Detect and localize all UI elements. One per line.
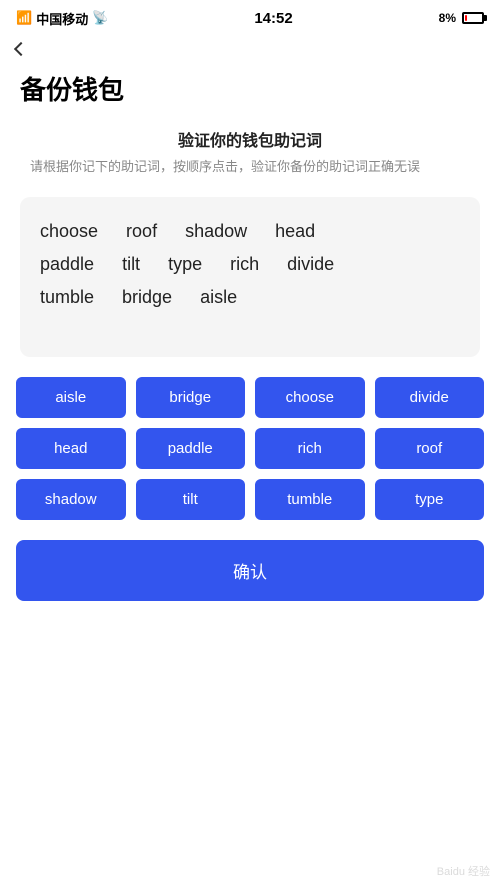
word-display-item: rich [230, 254, 259, 275]
word-display-item: tumble [40, 287, 94, 308]
word-display-item: roof [126, 221, 157, 242]
word-display-item: bridge [122, 287, 172, 308]
status-right: 8% [439, 11, 484, 25]
word-button[interactable]: divide [375, 377, 485, 418]
word-display-item: paddle [40, 254, 94, 275]
confirm-section: 确认 [0, 540, 500, 601]
word-display-box: choose roof shadow head paddle tilt type rich d… [20, 197, 480, 357]
battery-icon [462, 12, 484, 24]
word-display-item: head [275, 221, 315, 242]
word-button[interactable]: rich [255, 428, 365, 469]
back-button[interactable] [0, 36, 42, 62]
word-buttons-section: aislebridgechoosedivide headpaddlerichroo… [0, 377, 500, 520]
section-title: 验证你的钱包助记词 [20, 127, 480, 151]
section-header: 验证你的钱包助记词 请根据你记下的助记词，按顺序点击，验证你备份的助记词正确无误 [0, 127, 500, 185]
section-desc: 请根据你记下的助记词，按顺序点击，验证你备份的助记词正确无误 [20, 157, 480, 177]
word-button[interactable]: type [375, 479, 485, 520]
word-button[interactable]: paddle [136, 428, 246, 469]
signal-icon: 📶 [16, 10, 32, 26]
confirm-button[interactable]: 确认 [16, 540, 484, 601]
page-title: 备份钱包 [0, 62, 500, 127]
battery-percent: 8% [439, 11, 456, 25]
word-display-item: divide [287, 254, 334, 275]
word-display-item: choose [40, 221, 98, 242]
word-button[interactable]: bridge [136, 377, 246, 418]
back-arrow-icon [14, 42, 28, 56]
status-time: 14:52 [254, 10, 292, 27]
word-button[interactable]: aisle [16, 377, 126, 418]
status-bar: 📶 中国移动 📡 14:52 8% [0, 0, 500, 36]
word-display-item: aisle [200, 287, 237, 308]
word-display-row-2: paddle tilt type rich divide [40, 254, 460, 275]
word-button[interactable]: roof [375, 428, 485, 469]
word-button[interactable]: tilt [136, 479, 246, 520]
watermark: Baidu 经验 [437, 863, 490, 879]
status-carrier: 📶 中国移动 📡 [16, 9, 108, 28]
word-display-row-3: tumble bridge aisle [40, 287, 460, 308]
word-buttons-grid: aislebridgechoosedivide headpaddlerichroo… [16, 377, 484, 520]
word-button[interactable]: shadow [16, 479, 126, 520]
word-display-row-1: choose roof shadow head [40, 221, 460, 242]
word-display-item: shadow [185, 221, 247, 242]
word-button[interactable]: choose [255, 377, 365, 418]
wifi-icon: 📡 [92, 10, 108, 26]
word-display-item: tilt [122, 254, 140, 275]
word-button[interactable]: head [16, 428, 126, 469]
word-display-item: type [168, 254, 202, 275]
word-button[interactable]: tumble [255, 479, 365, 520]
